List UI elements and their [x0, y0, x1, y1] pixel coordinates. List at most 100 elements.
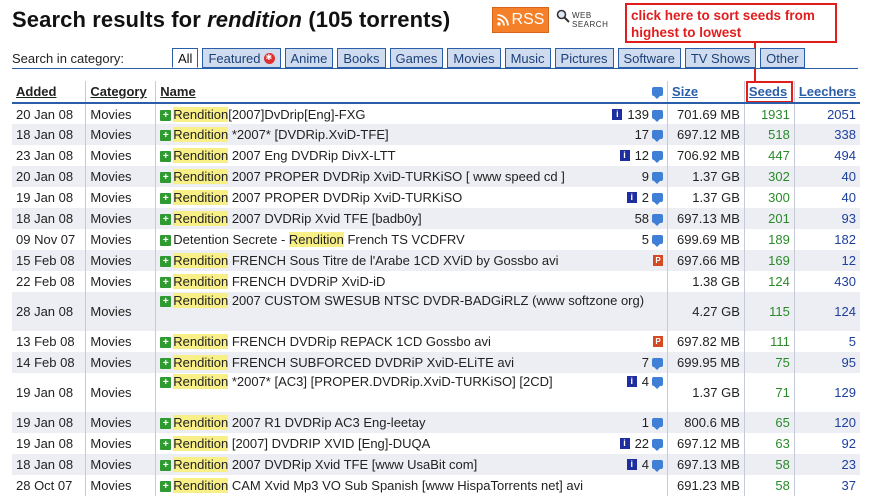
plus-download-icon[interactable]: +	[160, 151, 172, 163]
category-cell[interactable]: Movies	[85, 331, 156, 352]
comment-bubble-icon[interactable]	[652, 87, 664, 99]
plus-download-icon[interactable]: +	[160, 277, 172, 289]
rss-button[interactable]: RSS	[492, 7, 549, 33]
tab-all[interactable]: All	[172, 48, 199, 68]
sort-category-link[interactable]: Category	[90, 84, 146, 99]
plus-download-icon[interactable]: +	[160, 109, 172, 121]
tab-games[interactable]: Games	[389, 48, 444, 68]
info-icon[interactable]: i	[626, 192, 637, 203]
sort-seeds-link[interactable]: Seeds	[749, 84, 787, 99]
plus-download-icon[interactable]: +	[160, 481, 172, 493]
tab-music[interactable]: Music	[504, 48, 551, 68]
info-icon[interactable]: i	[612, 108, 623, 120]
tab-tv-shows[interactable]: TV Shows	[684, 48, 757, 68]
tab-movies[interactable]: Movies	[447, 48, 501, 68]
plus-download-icon[interactable]: +	[160, 460, 172, 472]
category-cell[interactable]: Movies	[85, 124, 156, 145]
category-cell[interactable]: Movies	[85, 433, 156, 454]
torrent-link[interactable]: Rendition FRENCH DVDRiP XviD-iD	[173, 274, 385, 289]
category-cell[interactable]: Movies	[85, 271, 156, 292]
comment-bubble-icon[interactable]	[652, 460, 664, 472]
comment-bubble-icon[interactable]	[652, 377, 664, 389]
torrent-link[interactable]: Rendition FRENCH Sous Titre de l'Arabe 1…	[173, 253, 558, 268]
col-size[interactable]: Size	[667, 81, 745, 104]
comment-bubble-icon[interactable]	[652, 214, 664, 226]
info-icon[interactable]: i	[619, 438, 630, 449]
category-cell[interactable]: Movies	[85, 166, 156, 187]
plus-download-icon[interactable]: +	[160, 172, 172, 184]
plus-download-icon[interactable]: +	[160, 337, 172, 349]
torrent-link[interactable]: Rendition *2007* [DVDRip.XviD-TFE]	[173, 127, 389, 142]
title-post: 2007 PROPER DVDRip XviD-TURKiSO	[228, 190, 463, 205]
sort-name-link[interactable]: Name	[160, 84, 195, 99]
p-badge-icon[interactable]: P	[653, 336, 664, 347]
comment-bubble-icon[interactable]	[652, 109, 664, 122]
torrent-link[interactable]: Rendition[2007]DvDrip[Eng]-FXG	[173, 106, 366, 122]
category-cell[interactable]: Movies	[85, 475, 156, 496]
info-icon[interactable]: i	[619, 150, 630, 161]
category-cell[interactable]: Movies	[85, 412, 156, 433]
added-cell: 09 Nov 07	[16, 232, 76, 247]
category-cell[interactable]: Movies	[85, 352, 156, 373]
sort-added-link[interactable]: Added	[16, 84, 56, 99]
tab-featured[interactable]: Featured	[202, 48, 281, 68]
col-added[interactable]: Added	[12, 81, 86, 104]
plus-download-icon[interactable]: +	[160, 130, 172, 142]
torrent-link[interactable]: Rendition 2007 CUSTOM SWESUB NTSC DVDR-B…	[173, 293, 644, 308]
tab-pictures[interactable]: Pictures	[554, 48, 614, 68]
category-cell[interactable]: Movies	[85, 229, 156, 250]
torrent-link[interactable]: Rendition CAM Xvid Mp3 VO Sub Spanish [w…	[173, 478, 583, 493]
category-cell[interactable]: Movies	[85, 208, 156, 229]
torrent-link[interactable]: Rendition 2007 Eng DVDRip DivX-LTT	[173, 148, 396, 163]
comment-bubble-icon[interactable]	[652, 235, 664, 247]
category-cell[interactable]: Movies	[85, 454, 156, 475]
plus-download-icon[interactable]: +	[160, 296, 172, 308]
category-cell[interactable]: Movies	[85, 187, 156, 208]
tab-books[interactable]: Books	[337, 48, 386, 68]
plus-download-icon[interactable]: +	[160, 377, 172, 389]
comment-bubble-icon[interactable]	[652, 193, 664, 205]
col-category[interactable]: Category	[85, 81, 156, 104]
torrent-link[interactable]: Rendition 2007 PROPER DVDRip XviD-TURKiS…	[173, 169, 565, 184]
plus-download-icon[interactable]: +	[160, 235, 172, 247]
comment-bubble-icon[interactable]	[652, 418, 664, 430]
torrent-link[interactable]: Detention Secrete - Rendition French TS …	[173, 232, 465, 247]
plus-download-icon[interactable]: +	[160, 418, 172, 430]
plus-download-icon[interactable]: +	[160, 439, 172, 451]
info-icon[interactable]: i	[626, 459, 637, 470]
comment-bubble-icon[interactable]	[652, 151, 664, 163]
torrent-link[interactable]: Rendition 2007 PROPER DVDRip XviD-TURKiS…	[173, 190, 462, 205]
torrent-link[interactable]: Rendition FRENCH DVDRip REPACK 1CD Gossb…	[173, 334, 491, 349]
torrent-link[interactable]: Rendition FRENCH SUBFORCED DVDRiP XviD-E…	[173, 355, 514, 370]
sort-leechers-link[interactable]: Leechers	[799, 84, 856, 99]
torrent-link[interactable]: Rendition 2007 R1 DVDRip AC3 Eng-leetay	[173, 415, 426, 430]
tab-software[interactable]: Software	[617, 48, 681, 68]
plus-download-icon[interactable]: +	[160, 358, 172, 370]
sort-size-link[interactable]: Size	[672, 84, 698, 99]
torrent-link[interactable]: Rendition 2007 DVDRip Xvid TFE [badb0y]	[173, 211, 422, 226]
col-leechers[interactable]: Leechers	[793, 81, 860, 104]
comment-bubble-icon[interactable]	[652, 130, 664, 142]
web-search-link[interactable]: WEB SEARCH	[556, 9, 616, 31]
category-cell[interactable]: Movies	[85, 292, 156, 331]
comment-bubble-icon[interactable]	[652, 358, 664, 370]
col-seeds[interactable]: Seeds	[743, 81, 795, 104]
col-name[interactable]: Name	[155, 81, 668, 104]
torrent-link[interactable]: Rendition [2007] DVDRIP XVID [Eng]-DUQA	[173, 436, 430, 451]
plus-download-icon[interactable]: +	[160, 214, 172, 226]
torrent-link[interactable]: Rendition 2007 DVDRip Xvid TFE [www UsaB…	[173, 457, 477, 472]
comment-bubble-icon[interactable]	[652, 172, 664, 184]
category-cell[interactable]: Movies	[85, 103, 156, 124]
seeds-cell: 63	[743, 433, 795, 454]
category-cell[interactable]: Movies	[85, 145, 156, 166]
plus-download-icon[interactable]: +	[160, 193, 172, 205]
category-cell[interactable]: Movies	[85, 373, 156, 412]
category-cell[interactable]: Movies	[85, 250, 156, 271]
tab-other[interactable]: Other	[760, 48, 805, 68]
tab-anime[interactable]: Anime	[284, 48, 334, 68]
info-icon[interactable]: i	[626, 376, 637, 387]
comment-bubble-icon[interactable]	[652, 439, 664, 451]
torrent-link[interactable]: Rendition *2007* [AC3] [PROPER.DVDRip.Xv…	[173, 374, 553, 389]
plus-download-icon[interactable]: +	[160, 256, 172, 268]
p-badge-icon[interactable]: P	[653, 255, 664, 266]
